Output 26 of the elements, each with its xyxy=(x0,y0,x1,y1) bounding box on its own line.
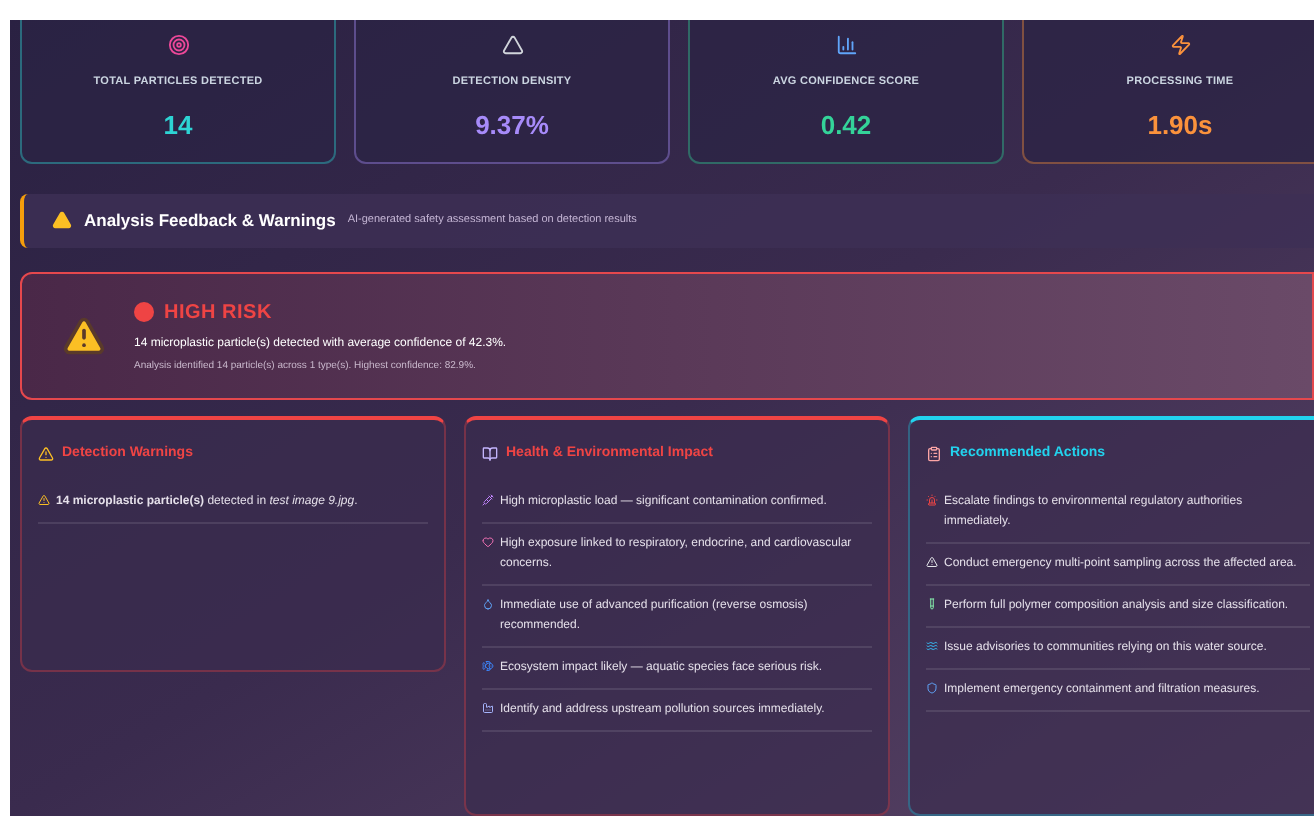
target-icon xyxy=(167,34,189,56)
droplet-icon xyxy=(482,597,494,609)
feedback-title: Analysis Feedback & Warnings xyxy=(84,207,336,234)
bar-chart-icon xyxy=(835,34,857,56)
book-icon xyxy=(482,446,498,463)
warning-icon xyxy=(38,446,54,463)
warning-icon xyxy=(926,555,938,567)
stat-value: 14 xyxy=(163,108,193,145)
fish-icon xyxy=(482,659,494,671)
factory-icon xyxy=(482,701,494,713)
stat-value: 1.90s xyxy=(1147,108,1213,145)
clipboard-icon xyxy=(926,446,942,463)
triangle-icon xyxy=(501,34,523,56)
lightning-icon xyxy=(1169,34,1191,56)
syringe-icon xyxy=(482,493,494,505)
test-tube-icon xyxy=(926,597,938,609)
stat-value: 0.42 xyxy=(820,108,872,145)
warning-icon xyxy=(62,313,106,358)
warning-icon xyxy=(38,493,50,505)
heart-icon xyxy=(482,535,494,547)
siren-icon xyxy=(926,493,938,505)
stat-value: 9.37% xyxy=(475,108,549,145)
shield-icon xyxy=(926,681,938,693)
warning-icon xyxy=(52,210,72,231)
risk-title: HIGH RISK xyxy=(164,299,272,328)
wave-icon xyxy=(926,639,938,651)
